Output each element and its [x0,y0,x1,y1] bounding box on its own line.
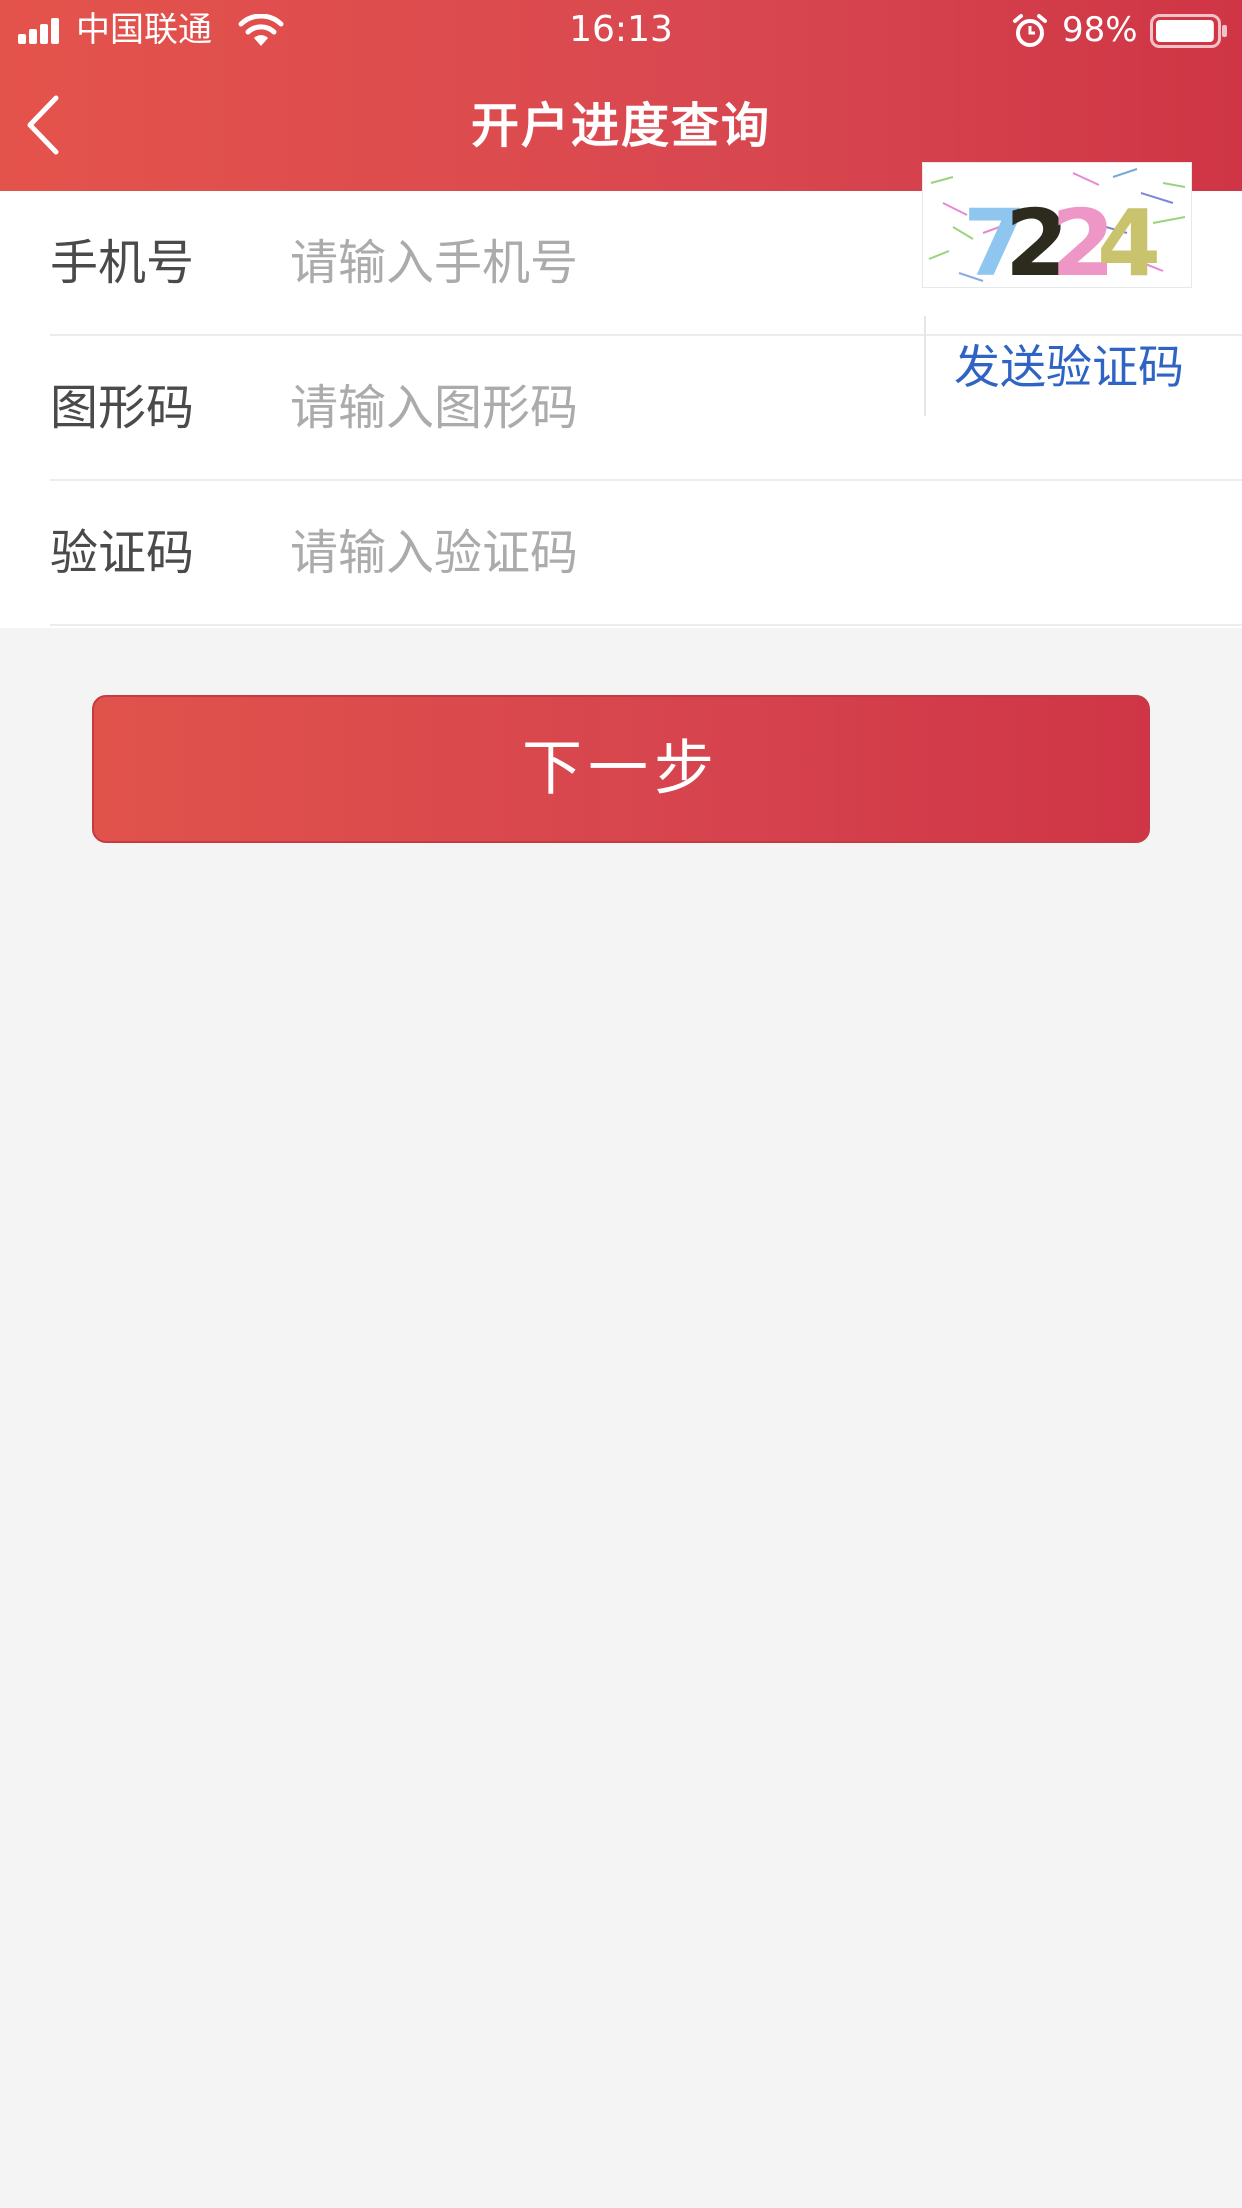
status-time: 16:13 [569,9,673,50]
page-title: 开户进度查询 [470,98,771,154]
next-step-button[interactable]: 下一步 [92,695,1150,843]
battery-percent: 98% [1062,10,1138,50]
sms-code-input[interactable] [290,519,850,587]
send-code-divider [924,316,926,416]
status-bar: 中国联通 16:13 98% [0,0,1242,60]
send-code-button[interactable]: 发送验证码 [954,332,1224,402]
captcha-graphic: 7 2 2 4 [928,168,1186,287]
captcha-label: 图形码 [50,380,195,436]
phone-label: 手机号 [50,235,195,291]
alarm-icon [1013,14,1047,47]
battery-icon [1150,14,1227,48]
captcha-input[interactable] [290,374,850,442]
svg-text:4: 4 [1097,190,1161,287]
sms-code-row: 验证码 [0,481,1242,626]
sms-code-label: 验证码 [50,525,195,581]
captcha-image[interactable]: 7 2 2 4 [922,162,1192,288]
phone-input[interactable] [290,229,850,297]
divider [50,624,1242,626]
